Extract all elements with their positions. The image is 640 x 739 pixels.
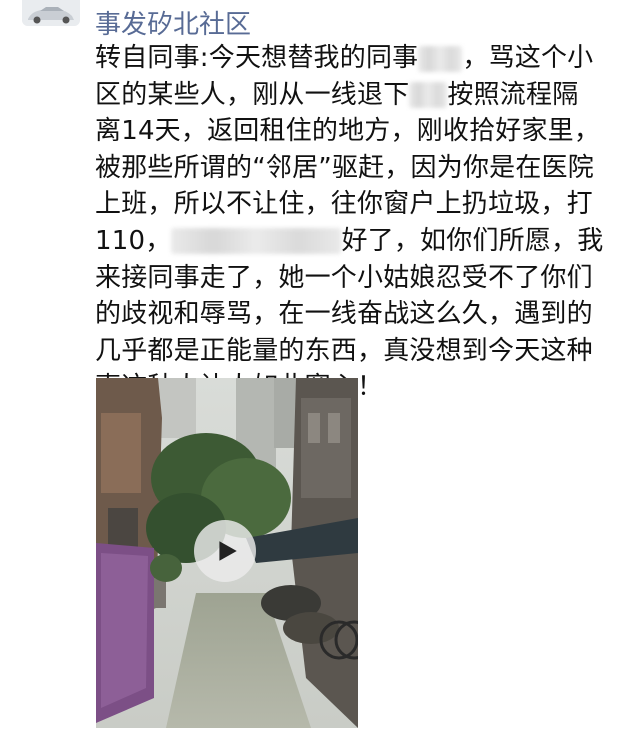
username-link[interactable]: 事发矽北社区 [95, 8, 251, 42]
post-line-3: 离14天，返回租住的地方，刚收拾好家里， [95, 116, 601, 147]
post-line-6: 110， 好了，如你们所愿，我 [95, 225, 604, 256]
post-line-5: 上班，所以不让住，往你窗户上扔垃圾，打 [95, 189, 593, 220]
video-thumbnail[interactable] [96, 378, 358, 728]
redacted-blur [171, 228, 342, 255]
post-line-7: 来接同事走了，她一个小姑娘忍受不了你们 [95, 262, 593, 293]
car-avatar-icon [22, 0, 80, 26]
play-button[interactable] [194, 520, 256, 582]
post-line-4: 被那些所谓的“邻居”驱赶，因为你是在医院 [95, 152, 594, 183]
post-line-1: 转自同事:今天想替我的同事 ，骂这个小 [95, 43, 594, 73]
redacted-blur [409, 82, 448, 109]
post-line-2: 区的某些人，刚从一线退下 按照流程隔 [95, 79, 579, 110]
post-text: 转自同事:今天想替我的同事 ，骂这个小 区的某些人，刚从一线退下 按照流程隔 离14… [95, 40, 627, 406]
post-line-9: 几乎都是正能量的东西，真没想到今天这种 [95, 335, 593, 366]
post-line-8: 的歧视和辱骂，在一线奋战这么久，遇到的 [95, 299, 593, 330]
redacted-blur [418, 45, 463, 72]
play-icon [219, 541, 237, 561]
avatar[interactable] [22, 0, 80, 26]
